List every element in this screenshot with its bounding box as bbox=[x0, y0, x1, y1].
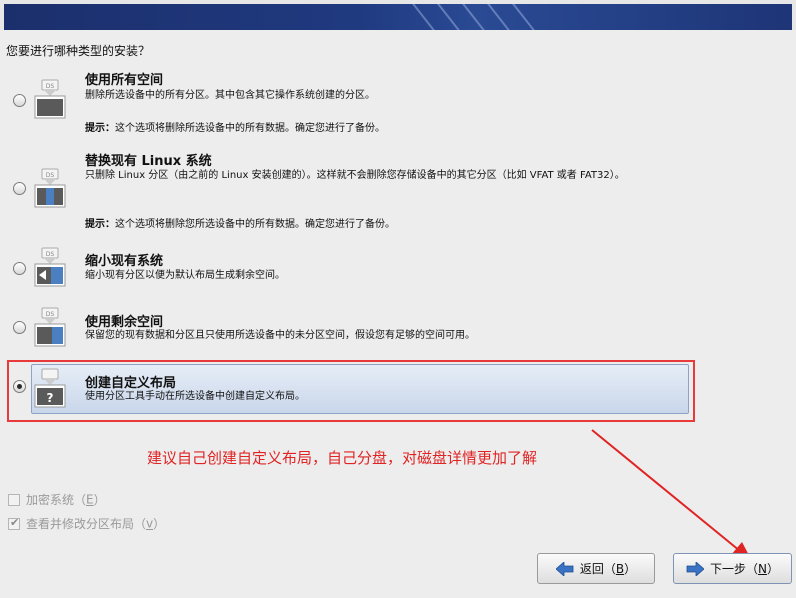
question-mark-glyph: ? bbox=[47, 391, 54, 405]
option-description: 只删除 Linux 分区（由之前的 Linux 安装创建的）。这样就不会删除您存… bbox=[85, 170, 625, 181]
review-layout-checkbox[interactable]: ✔ bbox=[8, 515, 20, 530]
radio-use-all-space[interactable] bbox=[13, 94, 26, 107]
tip-label: 提示： bbox=[85, 123, 115, 134]
next-button[interactable]: 下一步（N） bbox=[673, 553, 792, 584]
back-button-hotkey: B bbox=[615, 562, 625, 576]
option-description: 删除所选设备中的所有分区。其中包含其它操作系统创建的分区。 bbox=[85, 90, 375, 101]
tip-label: 提示： bbox=[85, 219, 115, 230]
checkbox-label-suffix: ） bbox=[153, 517, 166, 531]
icon-badge-text: DS bbox=[46, 83, 55, 90]
drive-replace-linux-icon: DS bbox=[34, 168, 66, 208]
encrypt-system-checkbox-row[interactable]: 加密系统（E） bbox=[8, 491, 106, 508]
next-button-suffix: ） bbox=[766, 562, 779, 576]
back-button-label: 返回（ bbox=[579, 562, 616, 576]
encrypt-system-checkbox[interactable] bbox=[8, 493, 20, 506]
icon-badge-text: DS bbox=[46, 251, 55, 258]
drive-custom-icon: ? bbox=[34, 368, 66, 408]
drive-free-space-icon: DS bbox=[34, 307, 66, 347]
option-tip: 提示：这个选项将删除您所选设备中的所有数据。确定您进行了备份。 bbox=[85, 215, 395, 230]
option-title: 使用所有空间 bbox=[85, 73, 164, 88]
tip-text: 这个选项将删除所选设备中的所有数据。确定您进行了备份。 bbox=[115, 123, 385, 134]
radio-use-free-space[interactable] bbox=[13, 321, 26, 334]
option-title: 替换现有 Linux 系统 bbox=[85, 154, 212, 169]
next-button-hotkey: N bbox=[758, 562, 767, 576]
radio-custom-layout[interactable] bbox=[13, 380, 26, 393]
checkbox-label-suffix: ） bbox=[93, 493, 106, 507]
option-tip: 提示：这个选项将删除所选设备中的所有数据。确定您进行了备份。 bbox=[85, 119, 385, 134]
option-description: 缩小现有分区以便为默认布局生成剩余空间。 bbox=[85, 270, 285, 281]
back-button-suffix: ） bbox=[624, 562, 637, 576]
banner-graphic bbox=[4, 4, 792, 30]
checkmark-icon: ✔ bbox=[10, 515, 20, 529]
option-description: 使用分区工具手动在所选设备中创建自定义布局。 bbox=[85, 391, 305, 402]
radio-replace-linux[interactable] bbox=[13, 182, 26, 195]
arrow-right-icon bbox=[686, 561, 704, 576]
checkbox-label: 加密系统（ bbox=[26, 493, 87, 507]
option-title: 缩小现有系统 bbox=[85, 254, 164, 269]
drive-use-all-icon: DS bbox=[34, 79, 66, 119]
install-type-question: 您要进行哪种类型的安装？ bbox=[6, 44, 151, 58]
header-banner bbox=[0, 0, 796, 30]
icon-badge-text: DS bbox=[46, 172, 55, 179]
checkbox-hotkey: E bbox=[86, 492, 94, 507]
annotation-text: 建议自己创建自定义布局，自己分盘，对磁盘详情更加了解 bbox=[147, 449, 538, 467]
arrow-left-icon bbox=[555, 561, 574, 576]
review-layout-checkbox-row[interactable]: ✔ 查看并修改分区布局（v） bbox=[8, 515, 165, 532]
icon-badge-text: DS bbox=[46, 311, 55, 318]
checkbox-label: 查看并修改分区布局（ bbox=[26, 517, 147, 531]
tip-text: 这个选项将删除您所选设备中的所有数据。确定您进行了备份。 bbox=[115, 219, 395, 230]
radio-shrink-system[interactable] bbox=[13, 262, 26, 275]
next-button-label: 下一步（ bbox=[709, 562, 758, 576]
drive-shrink-icon: DS bbox=[34, 247, 66, 287]
back-button[interactable]: 返回（B） bbox=[537, 553, 655, 584]
option-description: 保留您的现有数据和分区且只使用所选设备中的未分区空间，假设您有足够的空间可用。 bbox=[85, 330, 475, 341]
